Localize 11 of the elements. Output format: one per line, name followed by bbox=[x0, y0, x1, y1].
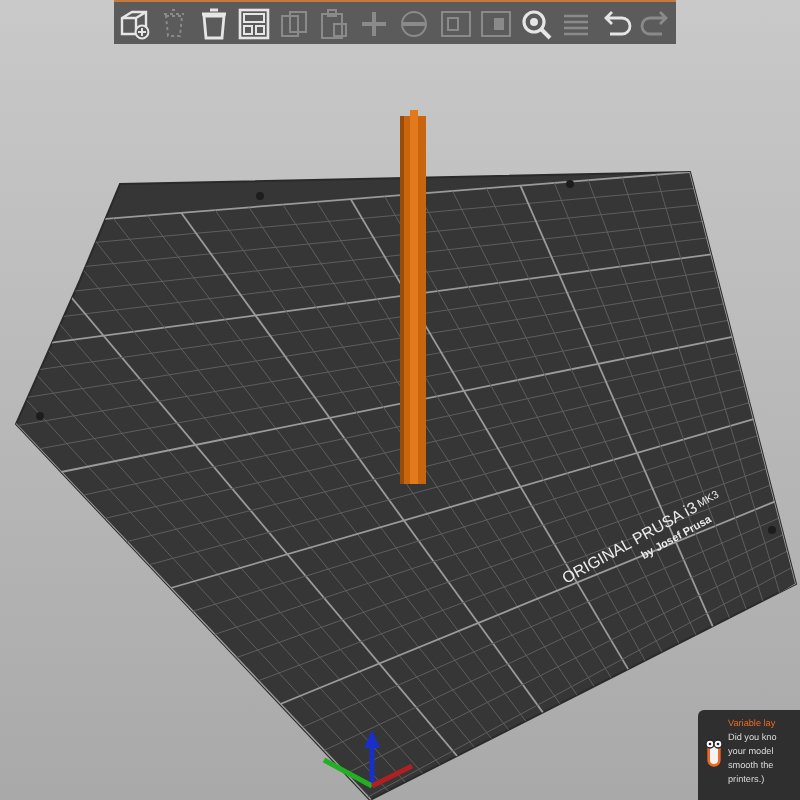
search-button[interactable] bbox=[517, 5, 554, 41]
copy-icon bbox=[276, 5, 313, 41]
paste-icon bbox=[316, 5, 353, 41]
search-icon bbox=[517, 5, 554, 41]
layout-icon bbox=[236, 5, 273, 41]
split-icon bbox=[477, 5, 514, 41]
layout-button[interactable] bbox=[236, 5, 273, 41]
cube-plus-button[interactable] bbox=[116, 5, 153, 41]
minus-icon bbox=[396, 5, 433, 41]
axes-drawing bbox=[322, 730, 414, 789]
split-icon bbox=[437, 5, 474, 41]
